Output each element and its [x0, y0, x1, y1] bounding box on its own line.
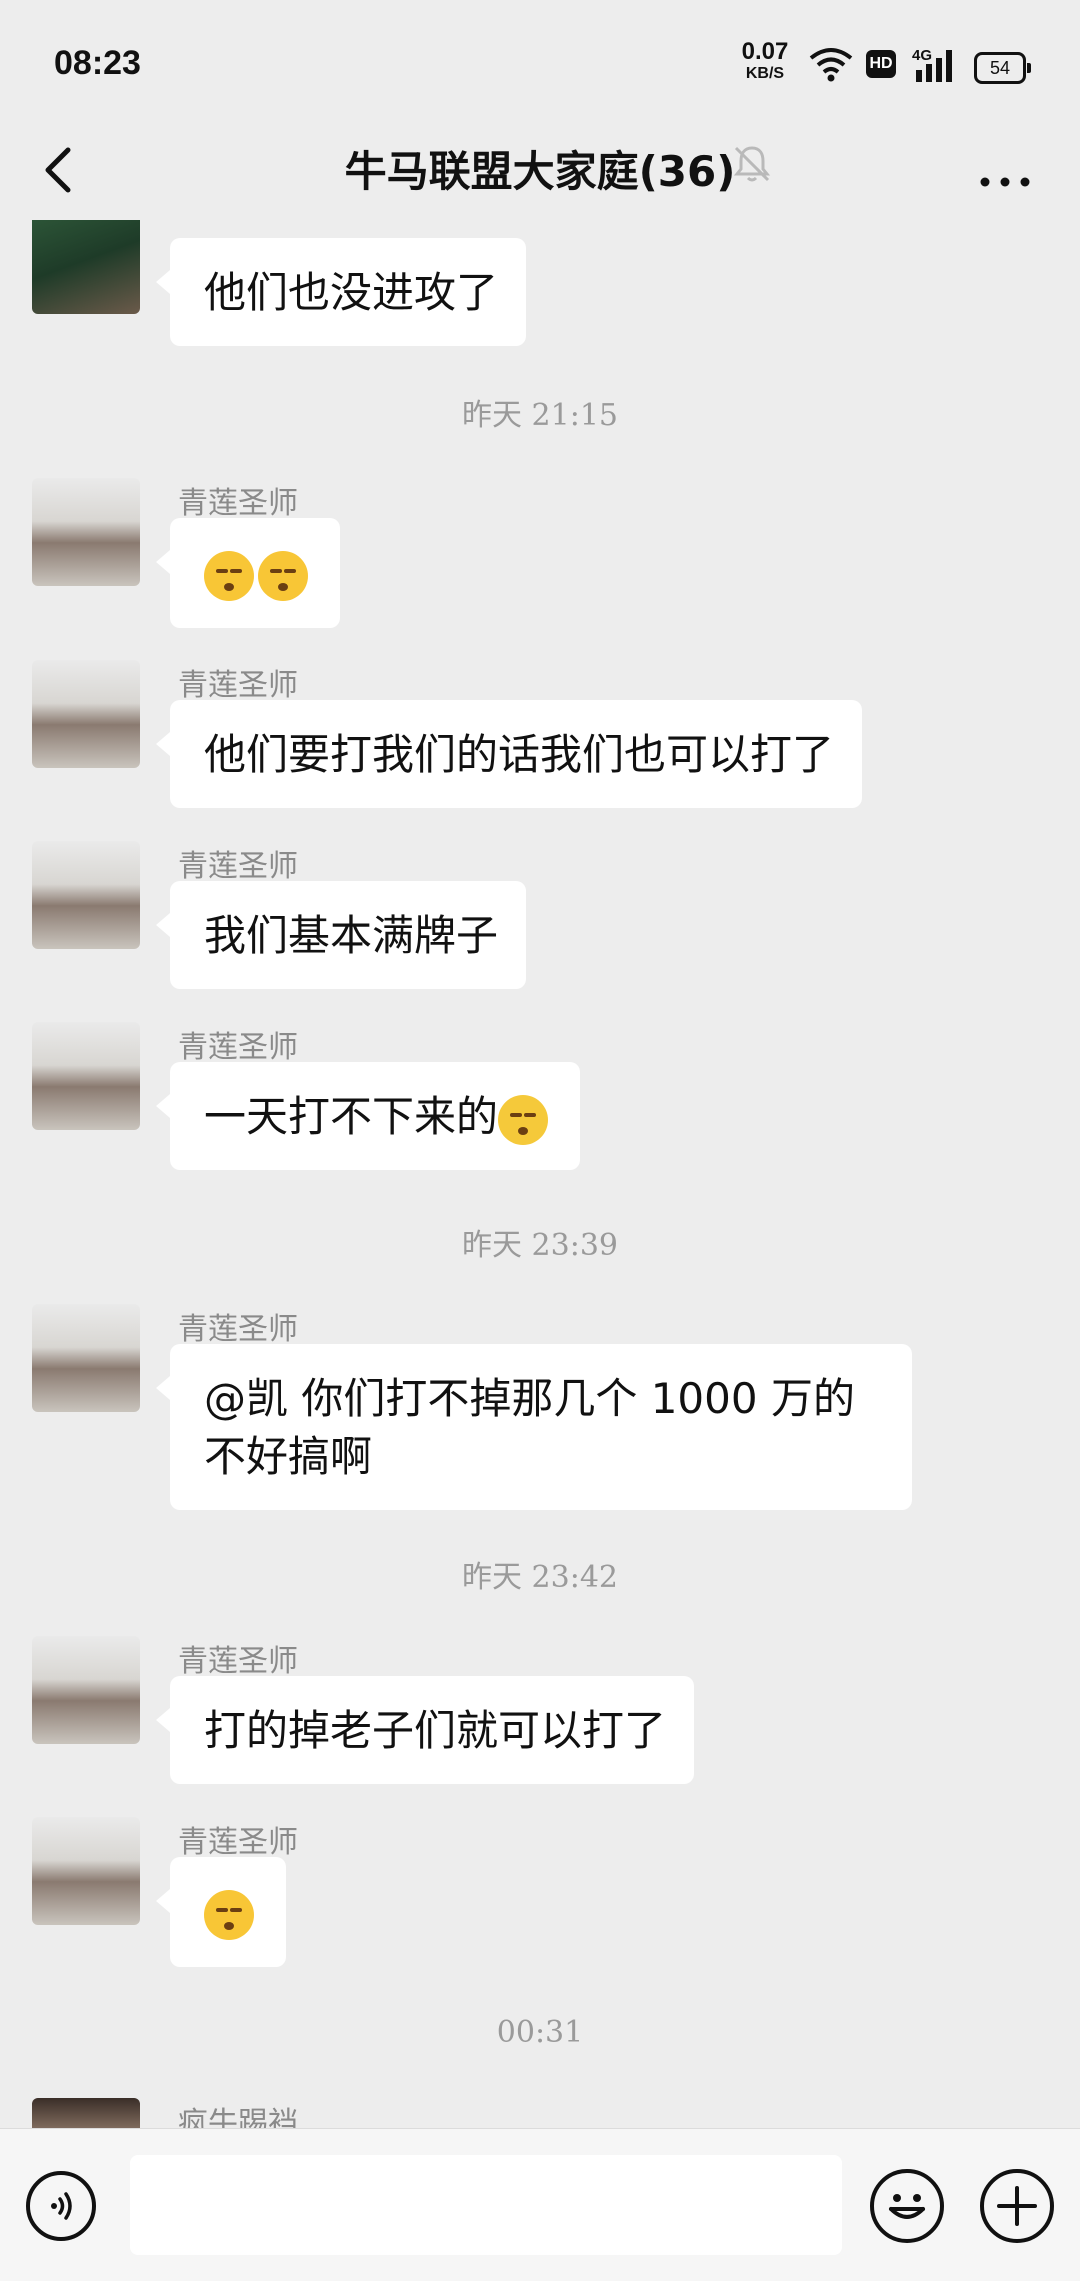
message-text-line: 不好搞啊: [204, 1432, 373, 1481]
pensive-face-emoji: [204, 1889, 254, 1940]
emoji-button[interactable]: [870, 2169, 944, 2243]
voice-input-button[interactable]: [26, 2171, 96, 2241]
avatar[interactable]: [32, 841, 140, 949]
sender-name: 青莲圣师: [178, 668, 298, 703]
network-speed: 0.07 KB/S: [736, 40, 794, 82]
pensive-face-emoji: [204, 550, 254, 601]
chat-title: 牛马联盟大家庭(36): [344, 147, 736, 196]
message-bubble[interactable]: 他们要打我们的话我们也可以打了: [155, 700, 863, 808]
cellular-signal-icon: 4G: [912, 47, 952, 82]
timestamp-divider: 00:31: [496, 2015, 584, 2050]
avatar[interactable]: [32, 2098, 140, 2130]
sender-name: 疯牛踢裆: [178, 2106, 298, 2130]
message-bubble[interactable]: @凯 你们打不掉那几个 1000 万的 不好搞啊: [156, 1344, 912, 1510]
sender-name: 青莲圣师: [178, 1644, 298, 1679]
smiley-icon: [889, 2194, 925, 2219]
avatar[interactable]: [32, 1636, 140, 1744]
plus-icon: [997, 2186, 1037, 2226]
hd-icon: HD: [866, 50, 896, 78]
pensive-face-emoji: [258, 550, 308, 601]
message-bubble[interactable]: 一天打不下来的: [155, 1062, 581, 1170]
sender-name: 青莲圣师: [178, 849, 298, 884]
thinking-face-emoji: [498, 1094, 549, 1145]
network-speed-value: 0.07: [741, 38, 789, 65]
timestamp-divider: 昨天 23:39: [462, 1228, 618, 1263]
sender-name: 青莲圣师: [178, 486, 298, 521]
avatar[interactable]: [32, 220, 140, 314]
timestamp-divider: 昨天 21:15: [462, 398, 618, 433]
sender-name: 青莲圣师: [178, 1030, 298, 1065]
avatar[interactable]: [32, 1022, 140, 1130]
message-bubble-emoji[interactable]: [156, 518, 340, 628]
wifi-icon: [809, 48, 853, 82]
timestamp-divider: 昨天 23:42: [462, 1560, 618, 1595]
avatar[interactable]: [32, 1817, 140, 1925]
chat-header: 牛马联盟大家庭(36): [0, 120, 1080, 220]
avatar[interactable]: [32, 478, 140, 586]
message-text-line: @凯 你们打不掉那几个 1000 万的: [204, 1374, 855, 1423]
voice-icon: [51, 2192, 72, 2220]
sender-name: 青莲圣师: [178, 1825, 298, 1860]
avatar[interactable]: [32, 660, 140, 768]
message-bubble-emoji[interactable]: [156, 1857, 286, 1967]
network-speed-unit: KB/S: [745, 65, 785, 82]
message-input[interactable]: [130, 2155, 842, 2255]
battery-icon: 54: [974, 52, 1031, 84]
message-bubble[interactable]: 他们也没进攻了: [155, 238, 527, 346]
message-bubble[interactable]: 打的掉老子们就可以打了: [155, 1676, 695, 1784]
chat-input-bar: [0, 2128, 1080, 2281]
avatar[interactable]: [32, 1304, 140, 1412]
status-time: 08:23: [54, 44, 141, 82]
network-type-label: 4G: [912, 47, 932, 64]
message-list[interactable]: 他们也没进攻了 昨天 21:15 青莲圣师 青莲圣师 他们要打我们的话我们也可以…: [0, 220, 1080, 2130]
mute-bell-icon: [733, 146, 771, 182]
more-options-icon[interactable]: [970, 140, 1040, 200]
more-actions-button[interactable]: [980, 2169, 1054, 2243]
status-bar: 08:23 0.07 KB/S HD 4G 54: [0, 0, 1080, 130]
sender-name: 青莲圣师: [178, 1312, 298, 1347]
message-text: 一天打不下来的: [204, 1092, 499, 1141]
message-bubble[interactable]: 我们基本满牌子: [155, 881, 527, 989]
